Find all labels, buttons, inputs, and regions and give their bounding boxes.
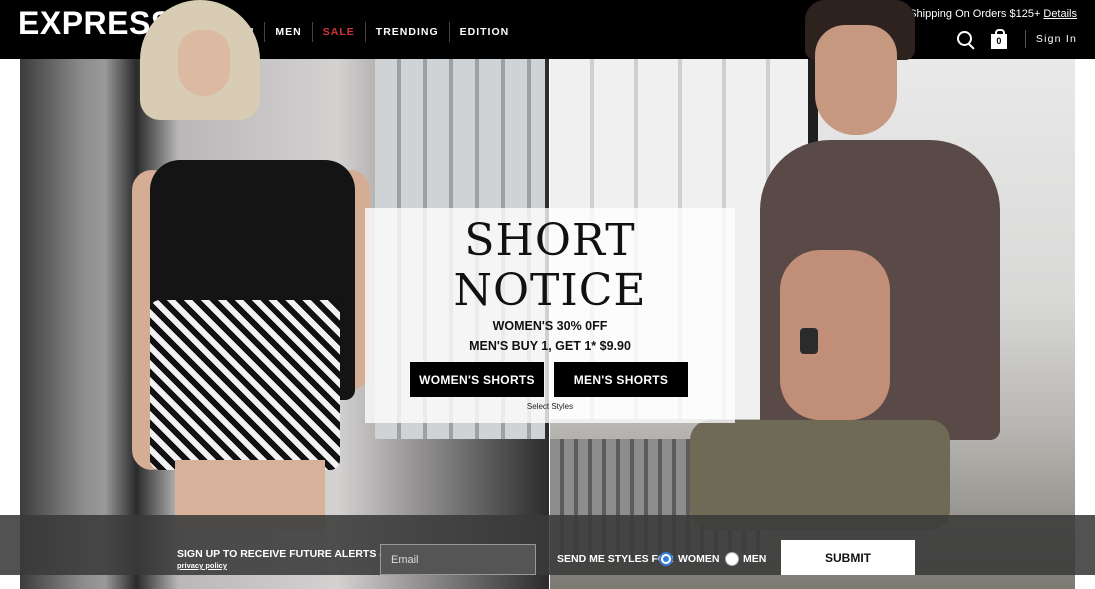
email-signup-bar: SIGN UP TO RECEIVE FUTURE ALERTS & OFFER… [0, 515, 1095, 575]
nav-men[interactable]: MEN [264, 22, 311, 42]
radio-women-label[interactable]: WOMEN [678, 553, 719, 565]
submit-button[interactable]: SUBMIT [781, 540, 915, 575]
send-styles-label: SEND ME STYLES FOR [557, 553, 674, 565]
headline: SHORT NOTICE [365, 216, 735, 316]
promo-details-link[interactable]: Details [1043, 8, 1077, 20]
mens-shorts-button[interactable]: MEN'S SHORTS [554, 362, 688, 397]
nav-edition[interactable]: EDITION [448, 22, 520, 42]
divider [1024, 30, 1026, 48]
offer-women: WOMEN'S 30% 0FF [492, 319, 608, 333]
header-utilities: 0 Sign In [955, 28, 1077, 50]
radio-men[interactable] [725, 552, 739, 566]
sign-in-link[interactable]: Sign In [1036, 33, 1077, 45]
headline-line2: NOTICE [453, 265, 647, 316]
nav-sale[interactable]: SALE [311, 22, 365, 42]
bag-count: 0 [996, 36, 1002, 46]
promo-box: SHORT NOTICE WOMEN'S 30% 0FF MEN'S BUY 1… [365, 208, 735, 423]
headline-line1: SHORT [464, 215, 636, 266]
privacy-policy-link[interactable]: privacy policy [177, 561, 227, 570]
email-input[interactable] [380, 544, 536, 575]
search-icon[interactable] [955, 29, 977, 50]
radio-women[interactable] [659, 552, 673, 566]
select-styles-note: Select Styles [526, 402, 574, 411]
womens-shorts-button[interactable]: WOMEN'S SHORTS [410, 362, 544, 397]
offer-men: MEN'S BUY 1, GET 1* $9.90 [469, 339, 631, 353]
shopping-bag-icon[interactable]: 0 [990, 28, 1007, 49]
radio-men-label[interactable]: MEN [743, 553, 766, 565]
nav-trending[interactable]: TRENDING [364, 22, 449, 42]
